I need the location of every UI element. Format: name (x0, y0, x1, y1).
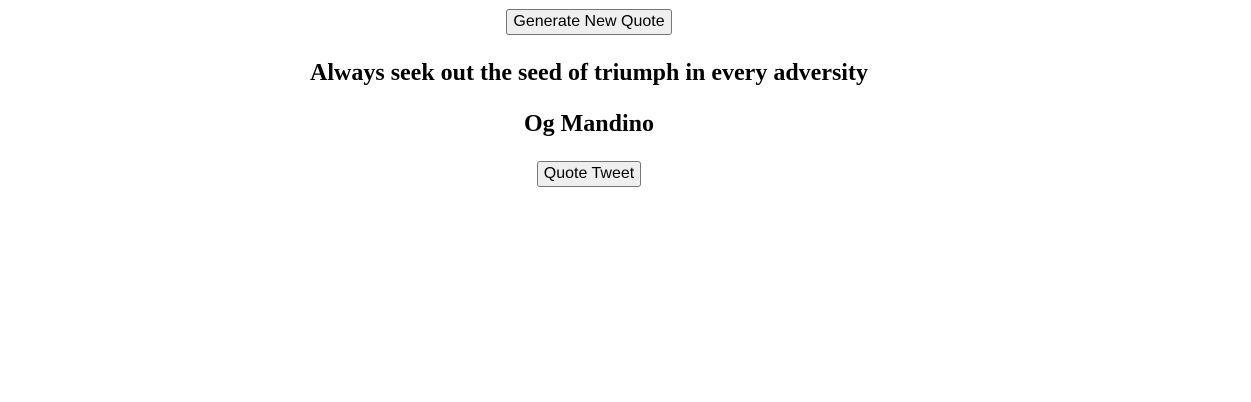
quote-app: Generate New Quote Always seek out the s… (0, 0, 1178, 187)
quote-author: Og Mandino (523, 111, 655, 137)
generate-new-quote-button[interactable]: Generate New Quote (506, 9, 672, 35)
quote-tweet-button[interactable]: Quote Tweet (536, 161, 642, 187)
quote-text: Always seek out the seed of triumph in e… (310, 60, 868, 86)
